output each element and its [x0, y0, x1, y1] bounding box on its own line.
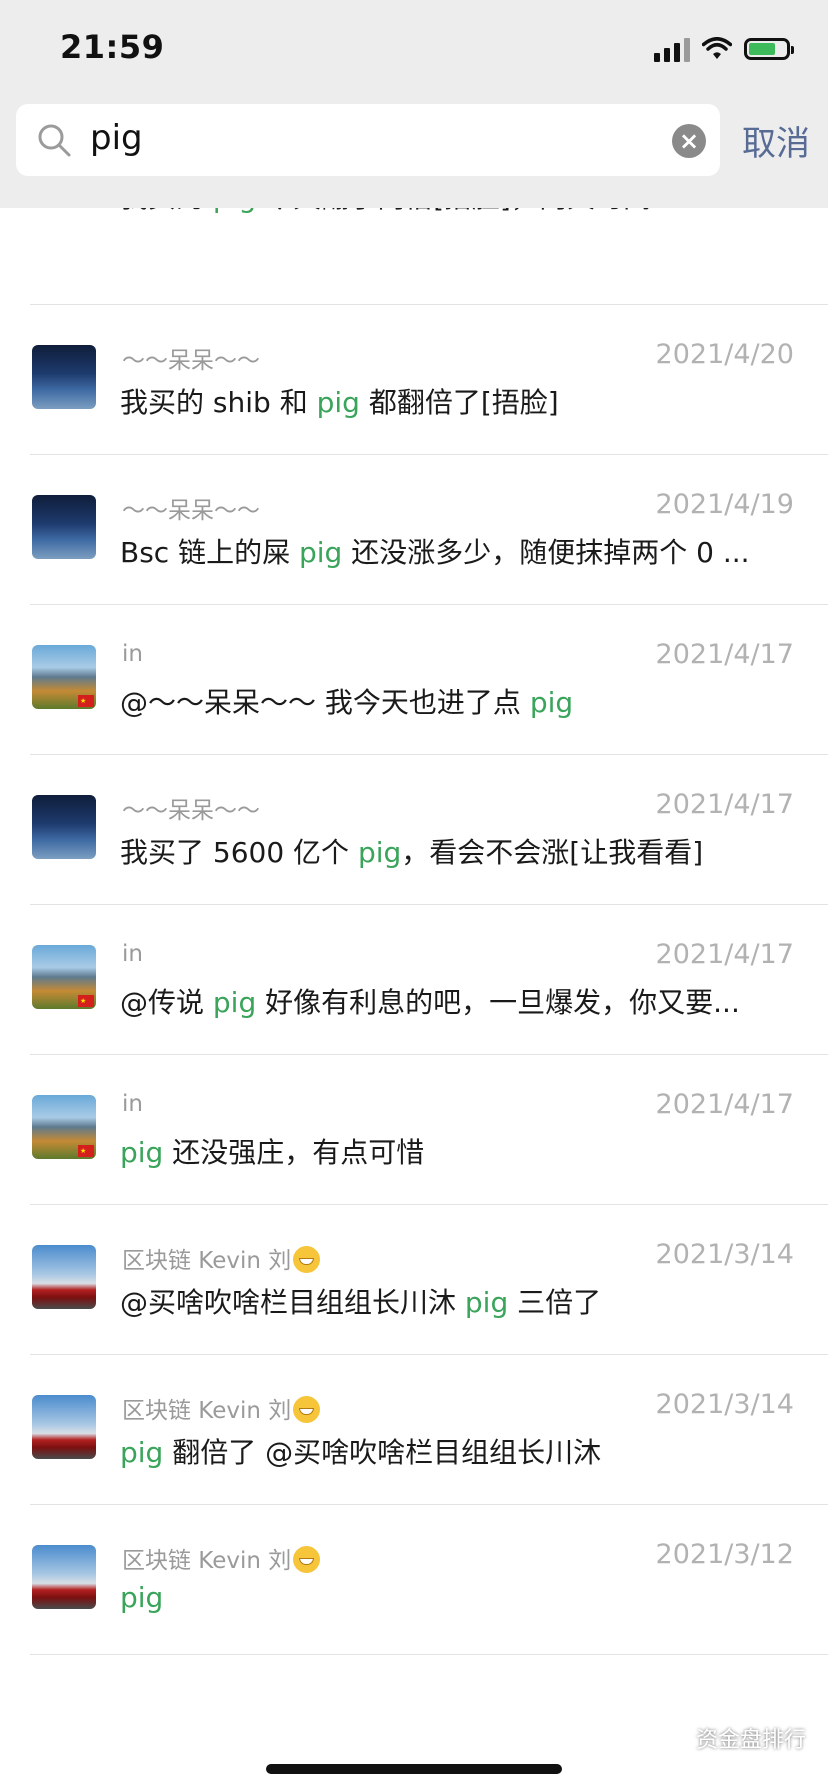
- message-text: @～～呆呆～～ 我今天也进了点 pig: [120, 681, 573, 721]
- avatar: ★: [32, 645, 96, 709]
- avatar: ★: [32, 945, 96, 1009]
- message-segment: 我买的 shib 和: [120, 386, 317, 419]
- message-text: 我买了 5600 亿个 pig，看会不会涨[让我看看]: [120, 831, 703, 871]
- message-segment: @传说: [120, 986, 213, 1019]
- message-segment: @买啥吹啥栏目组组长川沐: [120, 1286, 465, 1319]
- message-segment: ，看会不会涨[让我看看]: [401, 836, 704, 869]
- sender-name: 区块链 Kevin 刘: [122, 1541, 321, 1575]
- avatar: [32, 495, 96, 559]
- sender-name: ～～呆呆～～: [122, 798, 260, 824]
- message-text: 我买的 shib 和 pig 都翻倍了[捂脸]: [120, 381, 559, 421]
- search-highlight: pig: [212, 986, 257, 1019]
- watermark-text: 资金盘排行: [695, 1728, 806, 1753]
- sender-name: in: [122, 641, 143, 667]
- avatar: [32, 1245, 96, 1309]
- search-box[interactable]: pig ×: [16, 104, 720, 176]
- message-segment: 我买了 5600 亿个: [120, 836, 358, 869]
- sender-name: ～～呆呆～～: [122, 348, 260, 374]
- grinning-emoji-icon: [293, 1546, 321, 1573]
- search-highlight: pig: [120, 1436, 164, 1469]
- avatar: [32, 1395, 96, 1459]
- message-segment: 都翻倍了[捂脸]: [359, 386, 559, 419]
- home-indicator: [266, 1764, 562, 1774]
- list-item[interactable]: ～～呆呆～～ 2021/4/19 Bsc 链上的屎 pig 还没涨多少，随便抹掉两个…: [0, 455, 828, 605]
- list-item[interactable]: 区块链 Kevin 刘 2021/3/12 pig: [0, 1505, 828, 1655]
- list-item[interactable]: ★ in 2021/4/17 @传说 pig 好像有利息的吧，一旦爆发，你又要...: [0, 905, 828, 1055]
- sender-name: in: [122, 941, 143, 967]
- china-flag-icon: ★: [78, 1145, 94, 1157]
- message-segment: 翻倍了 @买啥吹啥栏目组组长川沐: [163, 1436, 602, 1469]
- search-icon: [38, 124, 71, 157]
- list-item[interactable]: 区块链 Kevin 刘 2021/3/14 @买啥吹啥栏目组组长川沐 pig 三倍了: [0, 1205, 828, 1355]
- search-results-list: ～～呆呆～～2021/4/20我买的 pig 今天翻了两倍[捂脸]，两天时间～～…: [0, 134, 828, 1655]
- message-segment: Bsc 链上的屎: [120, 536, 299, 569]
- battery-charging-icon: [744, 38, 794, 60]
- status-time: 21:59: [60, 28, 165, 66]
- message-date: 2021/4/17: [655, 789, 794, 820]
- list-item[interactable]: ★ in 2021/4/17 @～～呆呆～～ 我今天也进了点 pig: [0, 605, 828, 755]
- list-item[interactable]: ★ in 2021/4/17 pig 还没强庄，有点可惜: [0, 1055, 828, 1205]
- message-text: pig: [120, 1581, 163, 1614]
- message-date: 2021/4/17: [655, 639, 794, 670]
- message-text: pig 还没强庄，有点可惜: [120, 1131, 424, 1171]
- sender-name: ～～呆呆～～: [122, 498, 260, 524]
- cancel-button[interactable]: 取消: [742, 116, 810, 165]
- clear-search-button[interactable]: ×: [672, 124, 706, 158]
- search-highlight: pig: [299, 536, 343, 569]
- list-item[interactable]: 区块链 Kevin 刘 2021/3/14 pig 翻倍了 @买啥吹啥栏目组组长川沐: [0, 1355, 828, 1505]
- wifi-icon: [702, 37, 732, 59]
- message-date: 2021/3/14: [655, 1239, 794, 1270]
- grinning-emoji-icon: [293, 1246, 321, 1273]
- avatar: [32, 795, 96, 859]
- message-date: 2021/3/14: [655, 1389, 794, 1420]
- message-date: 2021/4/20: [655, 339, 794, 370]
- message-date: 2021/4/17: [655, 939, 794, 970]
- sender-name: in: [122, 1091, 143, 1117]
- message-segment: 还没强庄，有点可惜: [163, 1136, 425, 1169]
- sender-name: 区块链 Kevin 刘: [122, 1391, 321, 1425]
- top-bar: 21:59 pig × 取消: [0, 0, 828, 208]
- cellular-signal-icon: [654, 36, 690, 62]
- watermark: 资金盘排行: [659, 1722, 806, 1754]
- message-text: @买啥吹啥栏目组组长川沐 pig 三倍了: [120, 1281, 601, 1321]
- search-highlight: pig: [316, 386, 360, 419]
- avatar: [32, 345, 96, 409]
- message-segment: 三倍了: [508, 1286, 602, 1319]
- message-date: 2021/4/17: [655, 1089, 794, 1120]
- china-flag-icon: ★: [78, 695, 94, 707]
- search-highlight: pig: [120, 1581, 164, 1614]
- message-date: 2021/4/19: [655, 489, 794, 520]
- avatar: ★: [32, 1095, 96, 1159]
- message-segment: 好像有利息的吧，一旦爆发，你又要...: [256, 986, 740, 1019]
- status-icons: [654, 32, 794, 66]
- avatar: [32, 1545, 96, 1609]
- search-input[interactable]: pig: [90, 118, 143, 158]
- sender-name: 区块链 Kevin 刘: [122, 1241, 321, 1275]
- message-text: Bsc 链上的屎 pig 还没涨多少，随便抹掉两个 0 ...: [120, 531, 750, 571]
- message-text: @传说 pig 好像有利息的吧，一旦爆发，你又要...: [120, 981, 740, 1021]
- china-flag-icon: ★: [78, 995, 94, 1007]
- message-date: 2021/3/12: [655, 1539, 794, 1570]
- list-item[interactable]: ～～呆呆～～ 2021/4/20 我买的 shib 和 pig 都翻倍了[捂脸]: [0, 305, 828, 455]
- search-highlight: pig: [529, 686, 574, 719]
- wechat-logo-icon: [659, 1727, 690, 1749]
- message-text: pig 翻倍了 @买啥吹啥栏目组组长川沐: [120, 1431, 601, 1471]
- message-segment: @～～呆呆～～ 我今天也进了点: [120, 686, 530, 719]
- search-highlight: pig: [120, 1136, 164, 1169]
- grinning-emoji-icon: [293, 1396, 321, 1423]
- list-item[interactable]: ～～呆呆～～ 2021/4/17 我买了 5600 亿个 pig，看会不会涨[让我看…: [0, 755, 828, 905]
- search-highlight: pig: [357, 836, 402, 869]
- divider: [30, 1654, 828, 1655]
- message-segment: 还没涨多少，随便抹掉两个 0 ...: [342, 536, 750, 569]
- search-highlight: pig: [464, 1286, 509, 1319]
